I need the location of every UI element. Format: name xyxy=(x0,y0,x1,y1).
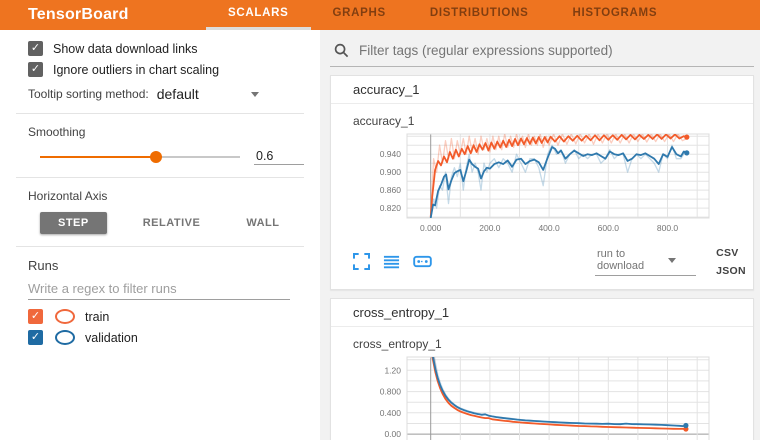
tooltip-sorting-label: Tooltip sorting method: xyxy=(28,87,149,101)
horizontal-axis-header: Horizontal Axis xyxy=(0,186,320,206)
smoothing-header: Smoothing xyxy=(0,122,320,142)
tab-histograms[interactable]: HISTOGRAMS xyxy=(550,0,679,30)
smoothing-slider[interactable] xyxy=(40,150,240,164)
tooltip-sorting-select[interactable]: default xyxy=(157,86,245,102)
svg-text:0.940: 0.940 xyxy=(380,149,402,159)
svg-text:0.800: 0.800 xyxy=(380,387,402,397)
chevron-down-icon xyxy=(668,258,676,263)
cross-entropy-chart[interactable]: 0.000200.0400.0600.0800.00.000.4000.8001… xyxy=(355,353,745,440)
svg-text:400.0: 400.0 xyxy=(538,223,560,233)
divider xyxy=(16,246,304,247)
stacked-lines-icon[interactable] xyxy=(383,252,400,271)
axis-wall-button[interactable]: WALL xyxy=(236,212,289,234)
ignore-outliers-row: ✓ Ignore outliers in chart scaling xyxy=(0,59,320,80)
svg-text:0.000: 0.000 xyxy=(420,223,442,233)
svg-text:0.900: 0.900 xyxy=(380,167,402,177)
slider-thumb[interactable] xyxy=(150,151,162,163)
tab-scalars[interactable]: SCALARS xyxy=(206,0,311,30)
run-row-train: ✓ train xyxy=(0,306,320,327)
download-links: CSV JSON xyxy=(710,243,746,279)
json-download-link[interactable]: JSON xyxy=(716,265,746,277)
svg-text:0.400: 0.400 xyxy=(380,408,402,418)
run-to-download-select[interactable]: run to download xyxy=(595,246,696,276)
smoothing-value-input[interactable]: 0.6 xyxy=(254,148,304,165)
accuracy-chart-title: accuracy_1 xyxy=(343,110,745,130)
tab-bar: SCALARS GRAPHS DISTRIBUTIONS HISTOGRAMS xyxy=(206,0,679,30)
svg-text:0.00: 0.00 xyxy=(384,429,401,439)
download-links-label: Show data download links xyxy=(53,42,198,56)
section-cross-entropy-header[interactable]: cross_entropy_1 xyxy=(331,299,753,327)
slider-fill xyxy=(40,156,156,159)
run-to-download-label: run to download xyxy=(597,248,644,272)
chevron-down-icon[interactable] xyxy=(251,92,259,97)
axis-relative-button[interactable]: RELATIVE xyxy=(133,212,211,234)
run-row-validation: ✓ validation xyxy=(0,327,320,348)
svg-text:1.20: 1.20 xyxy=(384,365,401,375)
train-run-label: train xyxy=(85,310,109,324)
app-header: TensorBoard SCALARS GRAPHS DISTRIBUTIONS… xyxy=(0,0,760,30)
runs-header: Runs xyxy=(0,255,320,276)
runs-label: Runs xyxy=(28,258,58,273)
tooltip-sorting-row: Tooltip sorting method: default xyxy=(0,80,320,105)
download-links-checkbox[interactable]: ✓ xyxy=(28,41,43,56)
sidebar: ✓ Show data download links ✓ Ignore outl… xyxy=(0,30,320,440)
divider xyxy=(16,177,304,178)
section-cross-entropy: cross_entropy_1 cross_entropy_1 0.000200… xyxy=(330,298,754,440)
accuracy-chart[interactable]: 0.000 200.0 400.0 600.0 800.0 0.820 0.860 0.900… xyxy=(355,130,745,241)
smoothing-label: Smoothing xyxy=(28,125,85,139)
fit-domain-icon[interactable] xyxy=(413,252,432,271)
divider xyxy=(16,113,304,114)
csv-download-link[interactable]: CSV xyxy=(716,247,739,259)
accuracy-chart-footer: run to download CSV JSON xyxy=(343,241,745,285)
app-title: TensorBoard xyxy=(0,0,178,30)
validation-run-label: validation xyxy=(85,331,138,345)
section-accuracy: accuracy_1 accuracy_1 0.000 200.0 400.0 600… xyxy=(330,75,754,290)
ignore-outliers-label: Ignore outliers in chart scaling xyxy=(53,63,219,77)
svg-text:800.0: 800.0 xyxy=(657,223,679,233)
tag-filter-row xyxy=(330,38,754,67)
svg-text:200.0: 200.0 xyxy=(479,223,501,233)
svg-text:0.860: 0.860 xyxy=(380,185,402,195)
tab-distributions[interactable]: DISTRIBUTIONS xyxy=(408,0,551,30)
tensorboard-app: TensorBoard SCALARS GRAPHS DISTRIBUTIONS… xyxy=(0,0,760,440)
axis-step-button[interactable]: STEP xyxy=(40,212,107,234)
validation-color-swatch-icon xyxy=(55,330,75,345)
ignore-outliers-checkbox[interactable]: ✓ xyxy=(28,62,43,77)
validation-checkbox[interactable]: ✓ xyxy=(28,330,43,345)
search-icon xyxy=(334,43,349,58)
expand-chart-icon[interactable] xyxy=(353,252,370,271)
accuracy-chart-card: accuracy_1 0.000 200.0 400.0 600.0 800.0 0.82… xyxy=(331,104,753,289)
train-checkbox[interactable]: ✓ xyxy=(28,309,43,324)
section-accuracy-header[interactable]: accuracy_1 xyxy=(331,76,753,104)
horizontal-axis-label: Horizontal Axis xyxy=(28,189,107,203)
cross-entropy-chart-card: cross_entropy_1 0.000200.0400.0600.0800.… xyxy=(331,327,753,440)
tab-graphs[interactable]: GRAPHS xyxy=(311,0,408,30)
train-color-swatch-icon xyxy=(55,309,75,324)
svg-text:600.0: 600.0 xyxy=(598,223,620,233)
svg-text:0.820: 0.820 xyxy=(380,203,402,213)
download-links-row: ✓ Show data download links xyxy=(0,38,320,59)
main-panel: accuracy_1 accuracy_1 0.000 200.0 400.0 600… xyxy=(320,30,760,440)
runs-filter-input[interactable] xyxy=(28,278,290,300)
smoothing-row: 0.6 xyxy=(0,142,320,169)
cross-entropy-chart-title: cross_entropy_1 xyxy=(343,333,745,353)
tag-filter-input[interactable] xyxy=(357,42,752,59)
horizontal-axis-buttons: STEP RELATIVE WALL xyxy=(0,206,320,238)
